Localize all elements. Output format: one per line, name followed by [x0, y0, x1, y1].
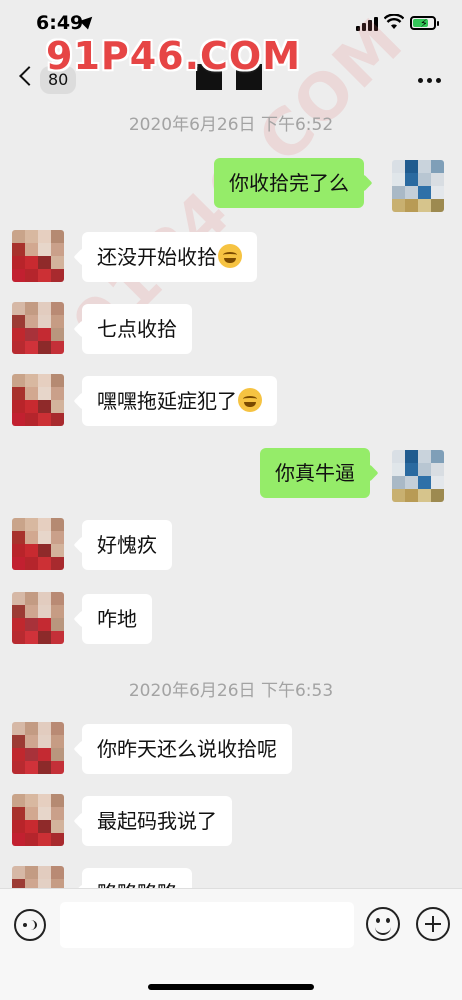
avatar[interactable]: [12, 302, 64, 354]
message-text: 你昨天还么说收拾呢: [97, 737, 277, 761]
avatar[interactable]: [12, 592, 64, 644]
emoji-icon[interactable]: [366, 907, 400, 941]
home-indicator: [148, 984, 314, 990]
received-message-bubble[interactable]: 最起码我说了: [82, 796, 232, 846]
message-timestamp: 2020年6月26日 下午6:53: [128, 681, 334, 701]
message-input[interactable]: [60, 902, 354, 948]
avatar[interactable]: [12, 722, 64, 774]
avatar[interactable]: [392, 160, 444, 212]
watermark: 91P46.COM: [46, 34, 302, 78]
plus-icon[interactable]: [416, 907, 450, 941]
battery-icon: ⚡: [410, 16, 439, 30]
message-text: 好愧疚: [97, 533, 157, 557]
message-text: 还没开始收拾: [97, 245, 217, 269]
chat-screen: 6:49 ⚡ 80 91P46.COM 2020年6月26日 下午6:52 你收…: [0, 0, 462, 1000]
sent-message-bubble[interactable]: 你收拾完了么: [214, 158, 364, 208]
message-timestamp: 2020年6月26日 下午6:52: [128, 115, 334, 135]
message-text: 嘿嘿拖延症犯了: [97, 389, 237, 413]
received-message-bubble[interactable]: 好愧疚: [82, 520, 172, 570]
message-text: 七点收拾: [97, 317, 177, 341]
charging-bolt-icon: ⚡: [420, 17, 428, 30]
message-text: 咋地: [97, 607, 137, 631]
avatar[interactable]: [12, 794, 64, 846]
received-message-bubble[interactable]: 七点收拾: [82, 304, 192, 354]
received-message-bubble[interactable]: 还没开始收拾: [82, 232, 257, 282]
laughing-crying-emoji-icon: [218, 244, 242, 268]
laughing-crying-emoji-icon: [238, 388, 262, 412]
avatar[interactable]: [12, 230, 64, 282]
message-text: 你收拾完了么: [229, 171, 349, 195]
avatar[interactable]: [12, 518, 64, 570]
avatar[interactable]: [392, 450, 444, 502]
received-message-bubble[interactable]: 你昨天还么说收拾呢: [82, 724, 292, 774]
chevron-left-icon[interactable]: [19, 66, 39, 86]
avatar[interactable]: [12, 374, 64, 426]
sent-message-bubble[interactable]: 你真牛逼: [260, 448, 370, 498]
status-time: 6:49: [36, 12, 84, 34]
received-message-bubble[interactable]: 咋地: [82, 594, 152, 644]
more-dots-icon[interactable]: [418, 78, 441, 84]
message-text: 你真牛逼: [275, 461, 355, 485]
message-text: 最起码我说了: [97, 809, 217, 833]
voice-icon[interactable]: [14, 909, 46, 941]
received-message-bubble[interactable]: 嘿嘿拖延症犯了: [82, 376, 277, 426]
